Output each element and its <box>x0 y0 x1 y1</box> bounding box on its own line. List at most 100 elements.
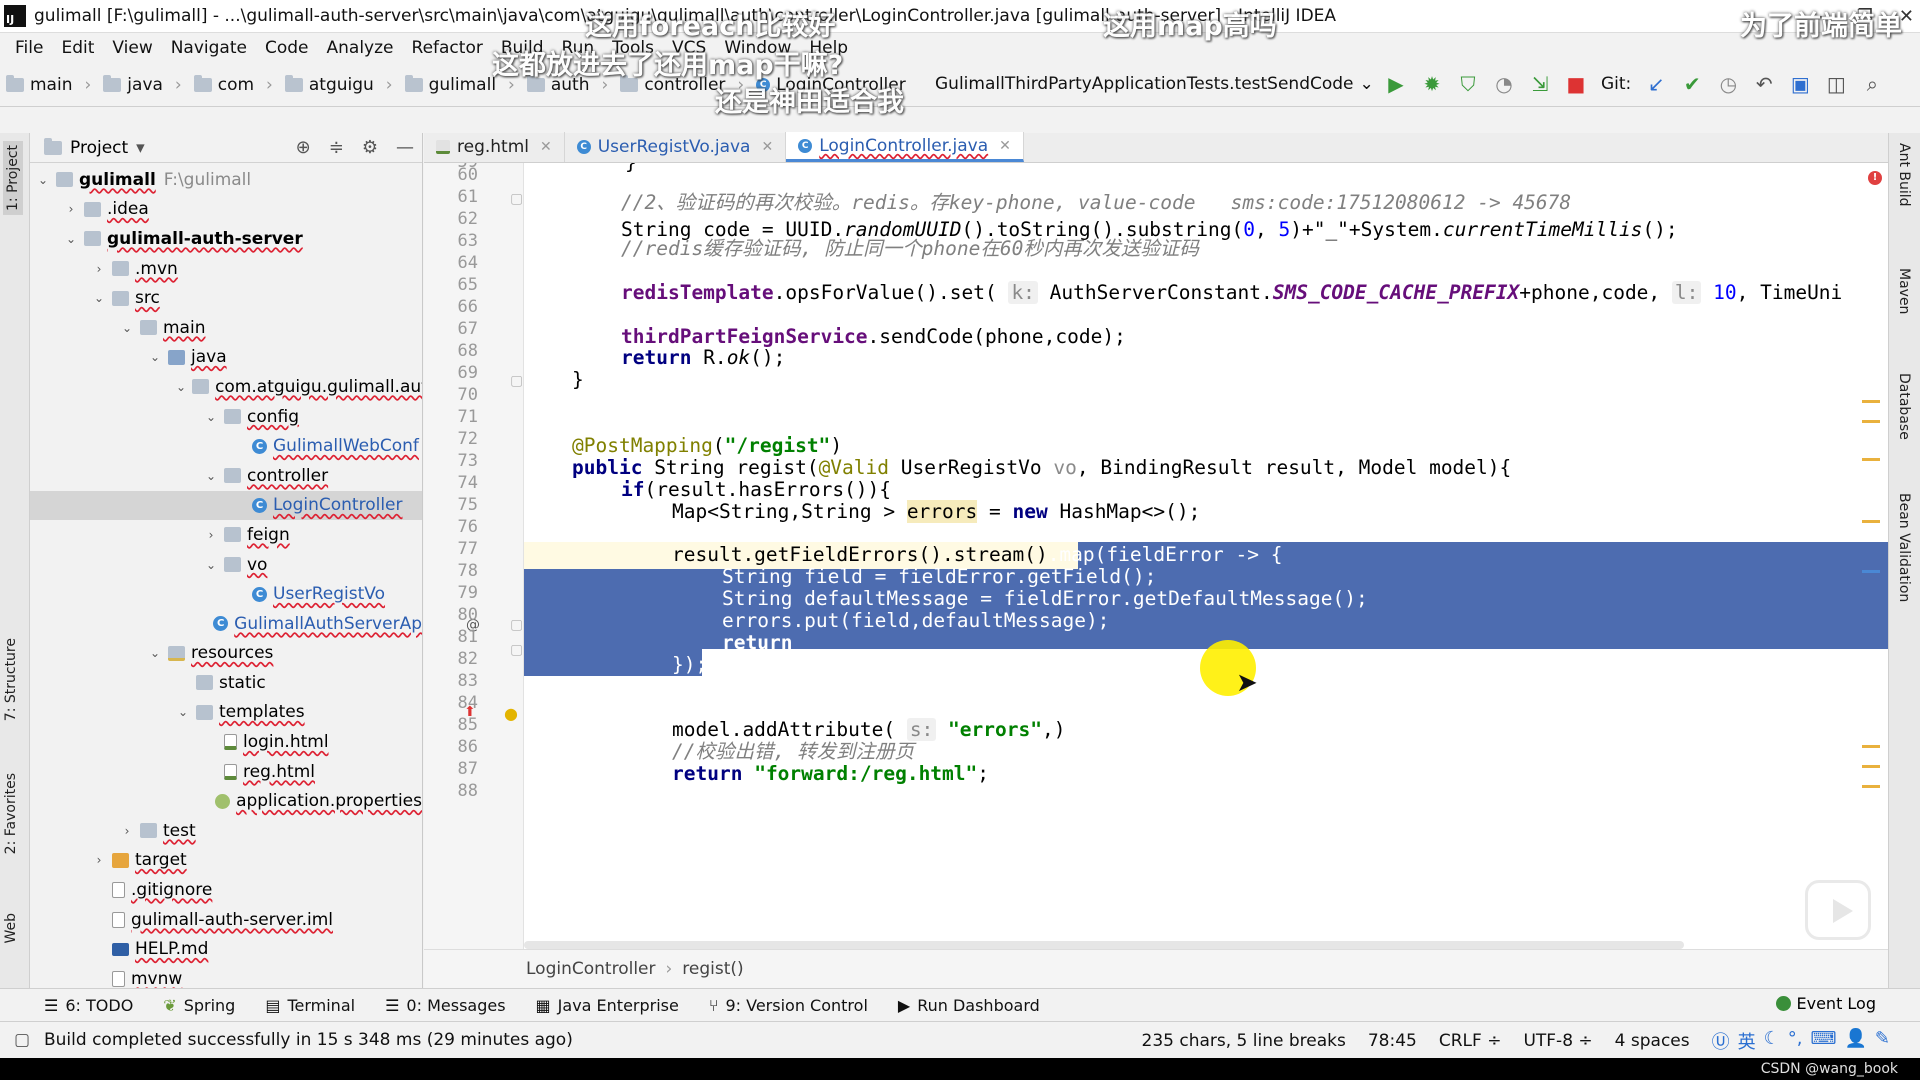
tab-ant-build[interactable]: Ant Build <box>1896 143 1912 207</box>
code-editor[interactable]: } //2、验证码的再次校验。redis。存key-phone, value-c… <box>524 163 1888 949</box>
tool-spring[interactable]: ❦ Spring <box>163 996 235 1015</box>
git-update-icon[interactable]: ↙ <box>1645 72 1667 96</box>
locate-icon[interactable]: ⊕ <box>296 137 311 158</box>
indent-setting[interactable]: 4 spaces <box>1615 1031 1690 1051</box>
menu-refactor[interactable]: Refactor <box>403 38 492 58</box>
line-separator[interactable]: CRLF ÷ <box>1439 1031 1502 1051</box>
tree-node[interactable]: static <box>30 668 422 698</box>
tree-node[interactable]: C LoginController <box>30 490 422 521</box>
chevron-right-icon[interactable]: › <box>204 528 218 542</box>
menu-view[interactable]: View <box>103 38 161 58</box>
tab-structure-stripe[interactable]: 7: Structure <box>3 638 19 721</box>
run-configuration-select[interactable]: GulimallThirdPartyApplicationTests.testS… <box>935 69 1375 99</box>
toggle-panels-icon[interactable]: ▢ <box>14 1030 30 1050</box>
tree-node[interactable]: ⌄ vo <box>30 550 422 580</box>
crumb-java[interactable]: java › <box>97 74 187 95</box>
coverage-icon[interactable]: ⛉ <box>1457 72 1479 96</box>
status-message[interactable]: Build completed successfully in 15 s 348… <box>44 1030 573 1050</box>
caret-position[interactable]: 78:45 <box>1368 1031 1417 1051</box>
tree-node[interactable]: C UserRegistVo <box>30 579 422 609</box>
collapse-icon[interactable]: ≑ <box>329 137 344 158</box>
video-play-button[interactable] <box>1805 880 1871 940</box>
tab-project-stripe[interactable]: 1: Project <box>3 141 23 215</box>
chevron-down-icon[interactable]: ⌄ <box>148 646 162 660</box>
tree-node[interactable]: .gitignore <box>30 875 422 905</box>
fold-icon[interactable]: ▢ <box>510 191 523 207</box>
chevron-down-icon[interactable]: ⌄ <box>120 321 134 335</box>
tree-node[interactable]: ⌄ controller <box>30 461 422 491</box>
tree-node[interactable]: › .mvn <box>30 254 422 284</box>
hide-icon[interactable]: — <box>396 137 414 158</box>
file-encoding[interactable]: UTF-8 ÷ <box>1523 1031 1592 1051</box>
menu-file[interactable]: File <box>6 38 52 58</box>
tab-database[interactable]: Database <box>1896 373 1912 440</box>
git-commit-icon[interactable]: ✔ <box>1681 72 1703 96</box>
breadcrumb-method[interactable]: regist() <box>682 959 743 979</box>
chevron-down-icon[interactable]: ⌄ <box>148 350 162 364</box>
tool-todo[interactable]: ☰ 6: TODO <box>44 996 133 1015</box>
chevron-down-icon[interactable]: ⌄ <box>36 173 50 187</box>
chevron-down-icon[interactable]: ⌄ <box>92 291 106 305</box>
line-number-gutter[interactable]: @ ⬆ ● ▢ ▢ ▢ ▢ 59606162636465666768697071… <box>424 163 524 949</box>
debug-icon[interactable]: ✹ <box>1421 72 1443 96</box>
chevron-down-icon[interactable]: ⌄ <box>176 705 190 719</box>
attach-icon[interactable]: ⇲ <box>1529 72 1551 96</box>
fold-icon[interactable]: ▢ <box>510 373 523 389</box>
tab-web-stripe[interactable]: Web <box>3 913 19 944</box>
project-structure-icon[interactable]: ▣ <box>1789 72 1811 96</box>
tree-node[interactable]: › target <box>30 846 422 876</box>
crumb-main[interactable]: main › <box>0 74 97 95</box>
tree-node[interactable]: C GulimallWebConf <box>30 431 422 461</box>
tree-node[interactable]: ⌄ gulimall-auth-server <box>30 224 422 254</box>
chevron-down-icon[interactable]: ⌄ <box>204 469 218 483</box>
tree-node[interactable]: ⌄ com.atguigu.gulimall.aut <box>30 372 422 402</box>
tool-terminal[interactable]: ▤ Terminal <box>265 996 355 1015</box>
tool-messages[interactable]: ☰ 0: Messages <box>385 996 505 1015</box>
error-indicator-icon[interactable]: ! <box>1868 171 1882 185</box>
tab-maven[interactable]: Maven <box>1896 268 1912 314</box>
git-rollback-icon[interactable]: ↶ <box>1753 72 1775 96</box>
run-icon[interactable]: ▶ <box>1385 72 1407 96</box>
tree-node[interactable]: › test <box>30 816 422 846</box>
tree-node[interactable]: ⌄ config <box>30 402 422 432</box>
tool-version-control[interactable]: ⑂ 9: Version Control <box>709 996 868 1015</box>
chevron-down-icon[interactable]: ⌄ <box>204 410 218 424</box>
layout-icon[interactable]: ◫ <box>1825 72 1847 96</box>
chevron-down-icon[interactable]: ⌄ <box>204 558 218 572</box>
tree-node[interactable]: ⌄ src <box>30 283 422 313</box>
menu-analyze[interactable]: Analyze <box>318 38 403 58</box>
close-tab-icon[interactable]: ✕ <box>999 138 1011 154</box>
crumb-com[interactable]: com › <box>188 74 279 95</box>
search-icon[interactable]: ⌕ <box>1861 72 1883 96</box>
tree-node[interactable]: gulimall-auth-server.iml <box>30 905 422 935</box>
tree-node[interactable]: › .idea <box>30 195 422 225</box>
tree-node[interactable]: C GulimallAuthServerAp <box>30 609 422 639</box>
tree-node[interactable]: ⌄ gulimall F:\gulimall <box>30 165 422 195</box>
tree-node[interactable]: ⌄ resources <box>30 639 422 669</box>
crumb-atguigu[interactable]: atguigu › <box>279 74 399 95</box>
tab-reg-html[interactable]: reg.html ✕ <box>424 132 565 162</box>
menu-code[interactable]: Code <box>256 38 318 58</box>
stop-icon[interactable]: ■ <box>1565 72 1587 96</box>
chevron-right-icon[interactable]: › <box>92 262 106 276</box>
tool-java-enterprise[interactable]: ▦ Java Enterprise <box>536 996 679 1015</box>
tab-favorites-stripe[interactable]: 2: Favorites <box>3 773 19 854</box>
tree-node[interactable]: ⌄ templates <box>30 698 422 728</box>
menu-edit[interactable]: Edit <box>52 38 103 58</box>
tree-node[interactable]: ⌄ main <box>30 313 422 343</box>
horizontal-scrollbar[interactable] <box>524 941 1684 949</box>
tab-logincontroller[interactable]: C LoginController.java ✕ <box>786 132 1024 162</box>
project-panel-title[interactable]: Project <box>70 138 128 158</box>
chevron-down-icon[interactable]: ▾ <box>136 138 145 158</box>
tree-node[interactable]: application.properties <box>30 786 422 816</box>
gear-icon[interactable]: ⚙ <box>362 137 378 158</box>
git-history-icon[interactable]: ◷ <box>1717 72 1739 96</box>
lightbulb-icon[interactable]: ● <box>504 704 518 723</box>
tree-node[interactable]: login.html <box>30 727 422 757</box>
chevron-right-icon[interactable]: › <box>92 853 106 867</box>
chevron-down-icon[interactable]: ⌄ <box>176 380 186 394</box>
tree-node[interactable]: › feign <box>30 520 422 550</box>
event-log-button[interactable]: Event Log <box>1775 994 1876 1013</box>
tab-userregistvo[interactable]: C UserRegistVo.java ✕ <box>565 132 787 162</box>
tree-node[interactable]: HELP.md <box>30 934 422 964</box>
